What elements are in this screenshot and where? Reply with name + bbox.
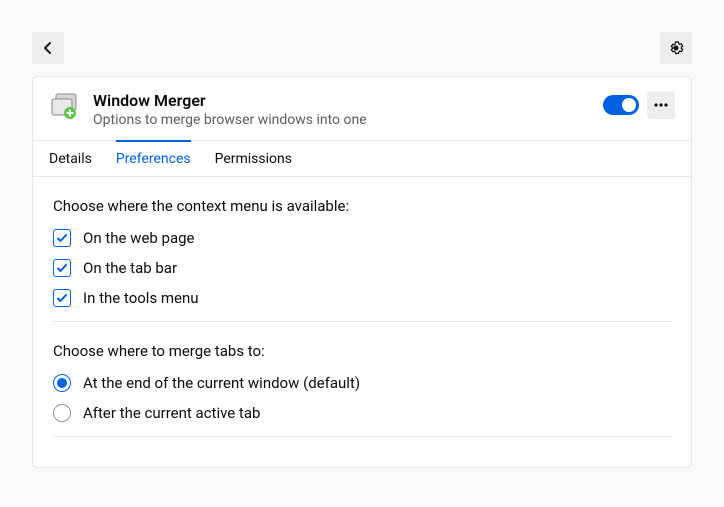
option-web-page: On the web page bbox=[53, 229, 671, 247]
label-end-window: At the end of the current window (defaul… bbox=[83, 374, 360, 392]
radio-after-active[interactable] bbox=[53, 404, 71, 422]
tab-permissions[interactable]: Permissions bbox=[215, 140, 292, 176]
option-tools-menu: In the tools menu bbox=[53, 289, 671, 307]
gear-icon bbox=[668, 40, 684, 56]
option-tab-bar: On the tab bar bbox=[53, 259, 671, 277]
check-icon bbox=[56, 292, 68, 304]
extension-card: Window Merger Options to merge browser w… bbox=[32, 76, 692, 468]
extension-description: Options to merge browser windows into on… bbox=[93, 112, 591, 128]
checkbox-tools-menu[interactable] bbox=[53, 289, 71, 307]
toolbar bbox=[0, 0, 724, 76]
extension-name: Window Merger bbox=[93, 91, 591, 110]
merge-heading: Choose where to merge tabs to: bbox=[53, 342, 671, 360]
option-after-active: After the current active tab bbox=[53, 404, 671, 422]
more-icon bbox=[653, 103, 669, 107]
back-button[interactable] bbox=[32, 32, 64, 64]
tab-details[interactable]: Details bbox=[49, 140, 92, 176]
context-menu-heading: Choose where the context menu is availab… bbox=[53, 197, 671, 215]
label-after-active: After the current active tab bbox=[83, 404, 260, 422]
tab-preferences[interactable]: Preferences bbox=[116, 140, 191, 176]
label-tools-menu: In the tools menu bbox=[83, 289, 199, 307]
option-end-window: At the end of the current window (defaul… bbox=[53, 374, 671, 392]
tabs: Details Preferences Permissions bbox=[33, 140, 691, 177]
divider bbox=[53, 436, 671, 437]
more-button[interactable] bbox=[647, 91, 675, 119]
chevron-left-icon bbox=[40, 40, 56, 56]
checkbox-web-page[interactable] bbox=[53, 229, 71, 247]
label-tab-bar: On the tab bar bbox=[83, 259, 177, 277]
title-block: Window Merger Options to merge browser w… bbox=[93, 91, 591, 128]
settings-button[interactable] bbox=[660, 32, 692, 64]
label-web-page: On the web page bbox=[83, 229, 195, 247]
header-controls bbox=[603, 91, 675, 119]
card-header: Window Merger Options to merge browser w… bbox=[33, 77, 691, 140]
check-icon bbox=[56, 232, 68, 244]
checkbox-tab-bar[interactable] bbox=[53, 259, 71, 277]
divider bbox=[53, 321, 671, 322]
extension-icon bbox=[49, 91, 81, 123]
enable-toggle[interactable] bbox=[603, 95, 639, 115]
preferences-content: Choose where the context menu is availab… bbox=[33, 177, 691, 467]
radio-end-window[interactable] bbox=[53, 374, 71, 392]
check-icon bbox=[56, 262, 68, 274]
